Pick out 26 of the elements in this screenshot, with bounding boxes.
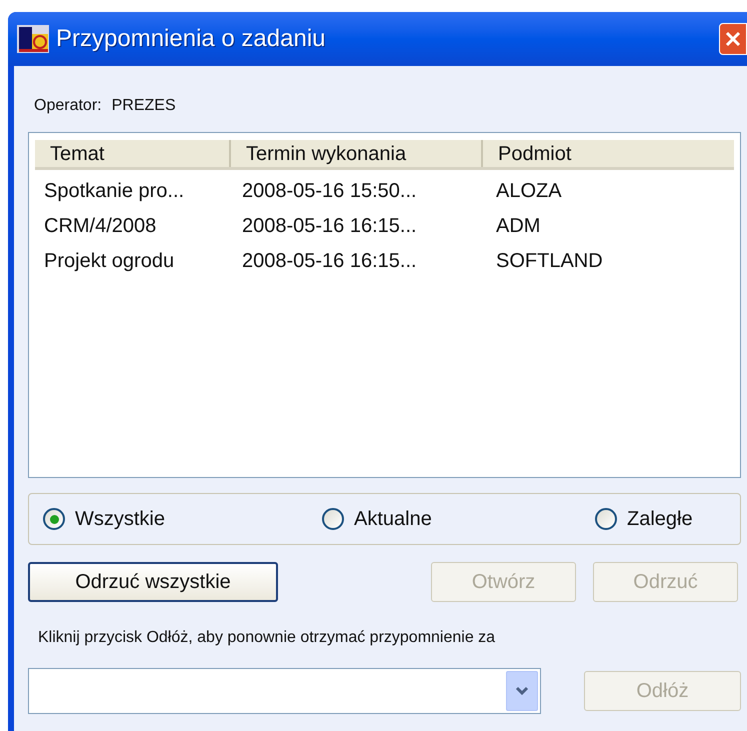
app-icon [16, 24, 50, 54]
column-header[interactable]: Podmiot [483, 140, 734, 167]
radio-option[interactable]: Zaległe [595, 504, 693, 534]
table-cell: 2008-05-16 16:15... [242, 215, 417, 237]
operator-value: PREZES [112, 96, 176, 116]
window-title: Przypomnienia o zadaniu [56, 24, 326, 54]
table-cell: 2008-05-16 15:50... [242, 180, 417, 202]
action-button[interactable]: Odrzuć wszystkie [28, 562, 278, 602]
chevron-down-icon [515, 686, 529, 696]
operator-label: Operator: [34, 96, 102, 116]
table-cell: CRM/4/2008 [44, 215, 156, 237]
column-header[interactable]: Temat [35, 140, 231, 167]
table-cell: Spotkanie pro... [44, 180, 184, 202]
dropdown-button[interactable] [506, 671, 538, 711]
table-cell: Projekt ogrodu [44, 250, 174, 272]
radio-option[interactable]: Wszystkie [43, 504, 165, 534]
table-cell: ALOZA [496, 180, 562, 202]
interval-combo[interactable] [28, 668, 541, 714]
table-cell: SOFTLAND [496, 250, 603, 272]
table-cell: ADM [496, 215, 540, 237]
close-icon [724, 30, 742, 48]
hint-text: Kliknij przycisk Odłóż, aby ponownie otrzymać przypomnienie za [38, 628, 496, 648]
table-cell: 2008-05-16 16:15... [242, 250, 417, 272]
column-header[interactable]: Termin wykonania [231, 140, 483, 167]
close-button[interactable] [719, 23, 747, 55]
radio-option[interactable]: Aktualne [322, 504, 432, 534]
